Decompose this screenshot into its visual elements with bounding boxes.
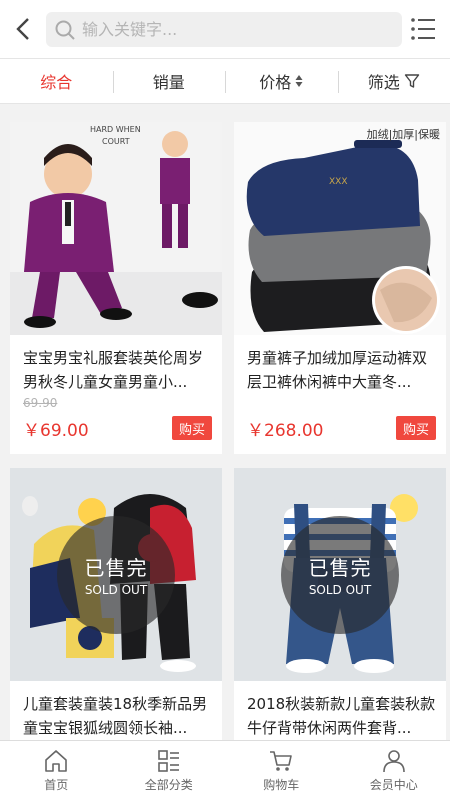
- product-price: ￥268.00: [247, 421, 324, 441]
- sold-out-label-en: SOLD OUT: [84, 583, 148, 597]
- search-icon: [54, 19, 76, 41]
- svg-text:XXX: XXX: [329, 177, 348, 187]
- product-card[interactable]: 已售完 SOLD OUT 儿童套装童装18秋季新品男童宝宝银狐绒圆领长袖...: [10, 468, 222, 768]
- sold-out-badge: 已售完 SOLD OUT: [57, 515, 175, 634]
- sold-out-label: 已售完: [308, 556, 372, 580]
- product-title[interactable]: 男童裤子加绒加厚运动裤双层卫裤休闲裤中大童冬...: [247, 346, 437, 394]
- product-card[interactable]: 已售完 SOLD OUT 2018秋装新款儿童套装秋款牛仔背带休闲两件套背...: [234, 468, 446, 768]
- tab-label: 价格: [259, 73, 292, 92]
- product-image[interactable]: 已售完 SOLD OUT: [10, 468, 222, 681]
- tab-sales[interactable]: 销量: [112, 59, 226, 103]
- nav-home[interactable]: 首页: [0, 741, 113, 800]
- buy-button[interactable]: 购买: [172, 416, 212, 440]
- chevron-left-icon: [16, 18, 29, 40]
- nav-label: 首页: [44, 778, 69, 792]
- top-bar: [0, 0, 450, 58]
- original-price: 69.90: [23, 396, 58, 410]
- product-price: ￥69.00: [23, 421, 89, 441]
- sold-out-label: 已售完: [84, 556, 148, 580]
- product-title[interactable]: 宝宝男宝礼服套装英伦周岁男秋冬儿童女童男童小...: [23, 346, 213, 394]
- search-bar[interactable]: [46, 12, 402, 47]
- nav-member-center[interactable]: 会员中心: [338, 741, 450, 800]
- product-title[interactable]: 2018秋装新款儿童套装秋款牛仔背带休闲两件套背...: [247, 692, 437, 740]
- category-grid-icon: [157, 750, 179, 772]
- list-icon: [411, 18, 435, 40]
- product-image[interactable]: HARD WHEN COURT: [10, 122, 222, 335]
- buy-button[interactable]: 购买: [396, 416, 436, 440]
- home-icon: [45, 750, 68, 772]
- product-card[interactable]: XXX 加绒|加厚|保暖 男童裤子加绒加厚运动裤双层卫裤休闲裤中大童冬... ￥…: [234, 122, 446, 454]
- bottom-nav: 首页 全部分类 购物车 会员中心: [0, 740, 450, 800]
- tab-label: 筛选: [367, 73, 400, 92]
- product-image[interactable]: XXX 加绒|加厚|保暖: [234, 122, 446, 335]
- tab-label: 综合: [40, 73, 73, 92]
- svg-text:HARD WHEN: HARD WHEN: [90, 125, 141, 134]
- nav-label: 全部分类: [144, 778, 193, 792]
- svg-text:COURT: COURT: [102, 137, 130, 146]
- nav-categories[interactable]: 全部分类: [113, 741, 226, 800]
- sold-out-label-en: SOLD OUT: [308, 583, 372, 597]
- tab-label: 销量: [152, 73, 185, 92]
- cart-icon: [270, 751, 293, 771]
- tab-comprehensive[interactable]: 综合: [0, 59, 113, 103]
- list-menu-button[interactable]: [410, 15, 436, 43]
- nav-cart[interactable]: 购物车: [225, 741, 338, 800]
- image-tag: 加绒|加厚|保暖: [366, 128, 440, 141]
- tab-price[interactable]: 价格: [225, 59, 338, 103]
- product-title[interactable]: 儿童套装童装18秋季新品男童宝宝银狐绒圆领长袖...: [23, 692, 213, 740]
- user-icon: [382, 750, 405, 773]
- product-card[interactable]: HARD WHEN COURT 宝宝男宝礼服套装英伦周岁男秋冬儿童女童男童小..…: [10, 122, 222, 454]
- sort-arrows-icon: [295, 74, 303, 88]
- sort-filter-bar: 综合 销量 价格 筛选: [0, 58, 450, 104]
- back-button[interactable]: [8, 12, 38, 46]
- search-input[interactable]: [82, 20, 382, 39]
- filter-funnel-icon: [404, 73, 420, 89]
- product-image[interactable]: 已售完 SOLD OUT: [234, 468, 446, 681]
- nav-label: 会员中心: [369, 778, 418, 792]
- nav-label: 购物车: [263, 778, 300, 792]
- sold-out-badge: 已售完 SOLD OUT: [281, 515, 399, 634]
- tab-filter[interactable]: 筛选: [337, 59, 450, 103]
